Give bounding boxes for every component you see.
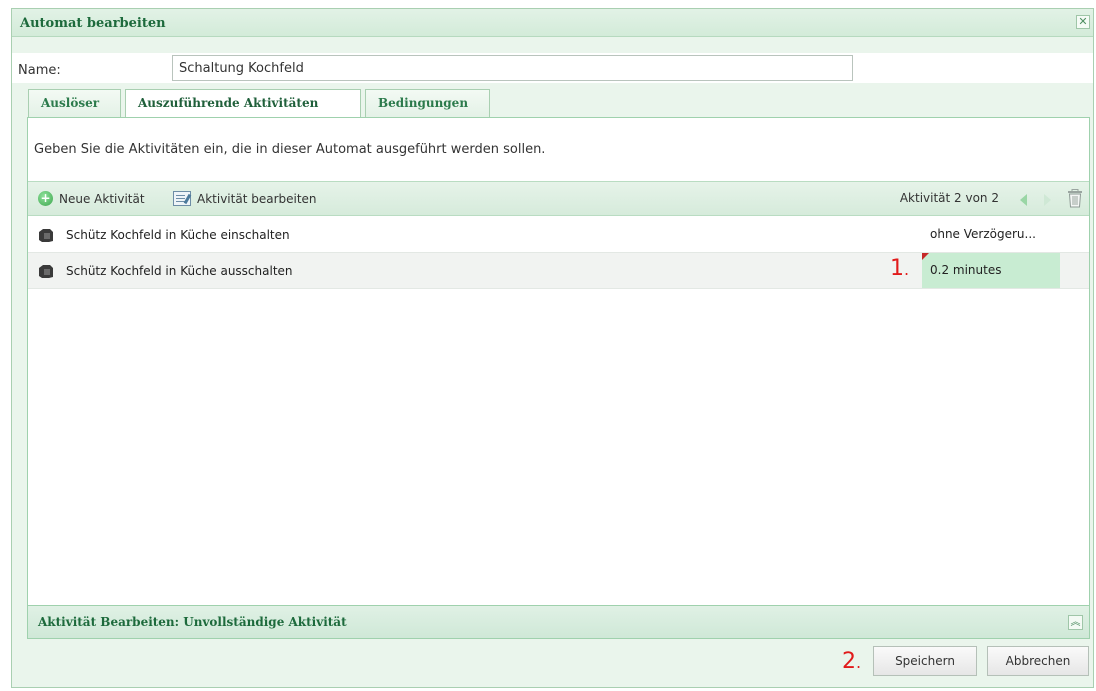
trash-icon[interactable] [1067, 189, 1083, 208]
modified-indicator [922, 253, 929, 260]
save-button[interactable]: Speichern [873, 646, 977, 676]
annotation-marker-2-number: 2 [842, 649, 856, 674]
activity-label: Schütz Kochfeld in Küche einschalten [66, 228, 290, 242]
name-row: Name: [12, 53, 1093, 83]
dialog-titlebar: Automat bearbeiten ✕ [12, 9, 1093, 37]
name-label: Name: [18, 63, 61, 78]
cancel-button[interactable]: Abbrechen [987, 646, 1089, 676]
arrow-right-icon[interactable] [1044, 194, 1051, 206]
activity-delay: ohne Verzögeru... [930, 227, 1036, 241]
edit-list-icon [173, 191, 191, 206]
tab-bedingungen[interactable]: Bedingungen [365, 89, 490, 118]
activities-toolbar: + Neue Aktivität Aktivität bearbeiten Ak… [28, 181, 1089, 216]
annotation-marker-1: 1. [890, 256, 910, 281]
plus-circle-icon: + [38, 191, 53, 206]
edit-automat-dialog: Automat bearbeiten ✕ Name: Auslöser Ausz… [11, 8, 1094, 688]
annotation-marker-2: 2. [842, 649, 862, 674]
activity-delay-cell[interactable]: 0.2 minutes [922, 253, 1060, 288]
new-activity-button[interactable]: + Neue Aktivität [38, 191, 145, 206]
contactor-icon [39, 229, 53, 242]
arrow-left-icon[interactable] [1020, 194, 1027, 206]
edit-activity-subpanel: Aktivität Bearbeiten: Unvollständige Akt… [28, 605, 1089, 638]
name-input[interactable] [172, 55, 853, 81]
subpanel-title: Aktivität Bearbeiten: Unvollständige Akt… [38, 615, 347, 629]
close-icon[interactable]: ✕ [1076, 15, 1090, 29]
contactor-icon [39, 265, 53, 278]
tab-auslöser[interactable]: Auslöser [28, 89, 121, 118]
edit-activity-label: Aktivität bearbeiten [197, 191, 317, 206]
activity-row[interactable]: Schütz Kochfeld in Küche einschalten ohn… [28, 217, 1089, 253]
edit-activity-button[interactable]: Aktivität bearbeiten [173, 191, 317, 206]
panel-description: Geben Sie die Aktivitäten ein, die in di… [34, 142, 546, 157]
new-activity-label: Neue Aktivität [59, 191, 145, 206]
annotation-marker-1-number: 1 [890, 256, 904, 281]
activity-list: Schütz Kochfeld in Küche einschalten ohn… [28, 217, 1089, 289]
activity-label: Schütz Kochfeld in Küche ausschalten [66, 264, 293, 278]
double-chevron-up-icon[interactable]: ︽ [1068, 615, 1083, 630]
tab-auszufuehrende-aktivitaeten[interactable]: Auszuführende Aktivitäten [125, 89, 361, 118]
activity-row[interactable]: Schütz Kochfeld in Küche ausschalten 1. … [28, 253, 1089, 289]
dialog-title: Automat bearbeiten [20, 16, 166, 31]
pager-text: Aktivität 2 von 2 [899, 191, 999, 205]
activities-panel: Geben Sie die Aktivitäten ein, die in di… [27, 117, 1090, 639]
